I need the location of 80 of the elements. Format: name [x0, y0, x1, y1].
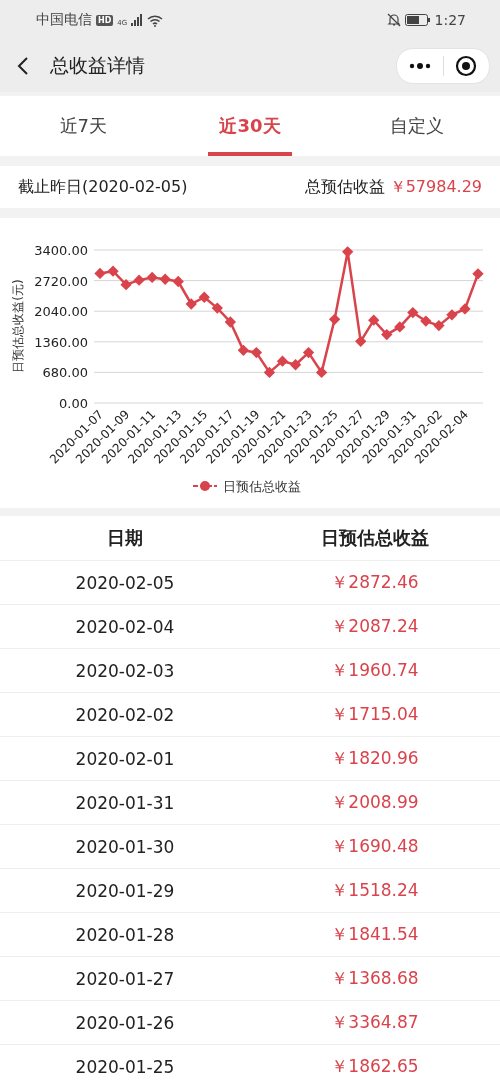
battery-icon — [404, 14, 431, 26]
clock-time: 1:27 — [434, 12, 466, 28]
data-point — [172, 275, 184, 288]
amount-cell-text: ￥2872.46 — [330, 571, 420, 594]
date-cell-text: 2020-01-31 — [74, 792, 176, 813]
amount-cell-text: ￥3364.87 — [330, 1011, 420, 1034]
amount-cell-text: ￥1690.48 — [330, 835, 420, 858]
legend-marker-icon — [192, 481, 218, 491]
date-cell-text: 2020-01-27 — [74, 968, 176, 989]
data-point — [368, 314, 380, 326]
amount-cell-text: ￥1862.65 — [330, 1055, 420, 1078]
data-point — [133, 274, 145, 286]
y-tick-label: 1360.00 — [34, 334, 88, 350]
y-axis-title: 日预估总收益(元) — [11, 279, 25, 373]
data-point — [107, 265, 119, 277]
data-point — [211, 302, 223, 314]
date-cell-text: 2020-01-29 — [74, 880, 176, 901]
close-icon[interactable] — [455, 55, 478, 77]
amount-cell-text: ￥2087.24 — [330, 615, 420, 638]
data-point — [472, 268, 484, 280]
period-tab[interactable]: 自定义 — [333, 96, 500, 156]
amount-cell-text: ￥1960.74 — [330, 659, 420, 682]
hd-badge: HD — [96, 14, 114, 26]
date-cell-text: 2020-01-28 — [74, 924, 176, 945]
date-cell-text: 2020-01-30 — [74, 836, 176, 857]
amount-cell-text: ￥1841.54 — [330, 923, 420, 946]
more-icon[interactable] — [408, 63, 431, 69]
data-point — [420, 315, 432, 327]
carrier-name: 中国电信 — [36, 11, 92, 29]
data-point — [328, 313, 341, 325]
page-title: 总收益详情 — [50, 53, 146, 78]
legend-label: 日预估总收益 — [223, 479, 301, 494]
amount-cell-text: ￥1518.24 — [330, 879, 420, 902]
column-header: 日预估总收益 — [320, 526, 430, 550]
bell-off-icon — [386, 13, 401, 27]
date-cell-text: 2020-02-02 — [74, 704, 176, 725]
date-cell-text: 2020-02-05 — [74, 572, 176, 593]
amount-cell-text: ￥1715.04 — [330, 703, 420, 726]
data-point — [289, 359, 302, 371]
data-point — [394, 321, 406, 333]
period-tab[interactable]: 近7天 — [0, 96, 167, 156]
data-point — [263, 366, 276, 379]
date-cell-text: 2020-02-01 — [74, 748, 176, 769]
data-point — [355, 335, 367, 347]
data-point — [185, 298, 197, 310]
date-cell-text: 2020-01-25 — [74, 1056, 176, 1077]
date-cell-text: 2020-02-03 — [74, 660, 176, 681]
data-point — [146, 271, 158, 284]
data-point — [120, 279, 132, 291]
signal-icon — [131, 14, 144, 26]
wifi-icon — [147, 13, 164, 27]
data-point — [315, 366, 328, 379]
data-point — [459, 303, 471, 315]
total-label: 总预估收益 ￥57984.29 — [304, 176, 482, 198]
y-tick-label: 0.00 — [59, 396, 88, 411]
data-point — [446, 309, 458, 321]
data-point — [250, 346, 263, 359]
date-cell-text: 2020-02-04 — [74, 616, 176, 637]
data-point — [342, 246, 354, 258]
amount-cell-text: ￥1820.96 — [330, 747, 420, 770]
amount-cell-text: ￥2008.99 — [330, 791, 420, 814]
date-label: 截止昨日(2020-02-05) — [18, 176, 188, 198]
amount-cell-text: ￥1368.68 — [330, 967, 420, 990]
period-tab[interactable]: 近30天 — [166, 96, 334, 156]
data-point — [159, 273, 171, 285]
data-point — [224, 316, 236, 328]
data-point — [407, 306, 419, 319]
data-point — [237, 344, 250, 356]
data-point — [381, 328, 393, 341]
y-tick-label: 2040.00 — [34, 304, 88, 320]
data-point — [276, 355, 289, 367]
data-point — [94, 267, 106, 280]
column-header: 日期 — [106, 526, 144, 550]
y-tick-label: 2720.00 — [34, 273, 88, 289]
y-tick-label: 3400.00 — [34, 243, 88, 258]
data-point — [302, 346, 315, 359]
date-cell-text: 2020-01-26 — [74, 1012, 176, 1033]
y-tick-label: 680.00 — [42, 365, 88, 381]
data-point — [433, 319, 445, 332]
data-point — [198, 291, 210, 303]
